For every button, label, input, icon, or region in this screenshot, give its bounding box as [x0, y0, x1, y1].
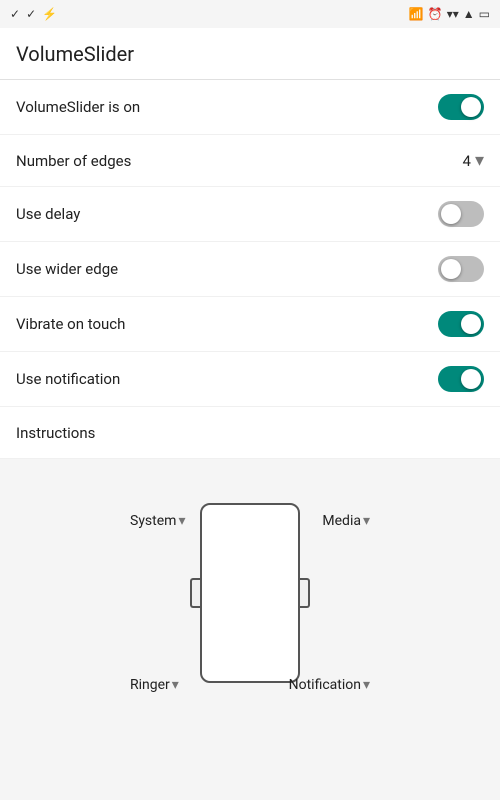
flash-icon: ⚡	[42, 7, 57, 21]
signal-icon: ▲	[463, 7, 475, 21]
setting-label-vibrate-on-touch: Vibrate on touch	[16, 315, 125, 333]
phone-side-right	[300, 578, 310, 608]
wifi-icon: ▾▾	[447, 7, 459, 21]
toggle-use-notification[interactable]	[438, 366, 484, 392]
media-dropdown[interactable]: Media ▾	[322, 513, 370, 529]
setting-label-instructions: Instructions	[16, 424, 95, 442]
edges-value-text: 4	[463, 152, 471, 170]
setting-label-use-wider-edge: Use wider edge	[16, 260, 118, 278]
setting-label-use-notification: Use notification	[16, 370, 120, 388]
alarm-icon: ⏰	[428, 7, 443, 21]
ringer-dropdown[interactable]: Ringer ▾	[130, 677, 179, 693]
setting-row-vibrate-on-touch: Vibrate on touch	[0, 297, 500, 352]
settings-content: VolumeSlider is on Number of edges 4 ▾ U…	[0, 80, 500, 459]
toggle-track-vibrate-on-touch	[438, 311, 484, 337]
diagram-section: System ▾ Media ▾ Ringer ▾ Notifi	[0, 459, 500, 723]
toggle-track-volume-slider-on	[438, 94, 484, 120]
toggle-volume-slider-on[interactable]	[438, 94, 484, 120]
battery-icon: ▭	[479, 7, 490, 21]
edges-dropdown[interactable]: 4 ▾	[463, 150, 484, 171]
setting-row-use-delay: Use delay	[0, 187, 500, 242]
toggle-use-wider-edge[interactable]	[438, 256, 484, 282]
toggle-thumb-vibrate-on-touch	[461, 314, 481, 334]
corner-top-left: System ▾	[130, 513, 185, 529]
setting-label-number-of-edges: Number of edges	[16, 152, 131, 170]
corner-bottom-left: Ringer ▾	[130, 677, 179, 693]
check-icon-2: ✓	[26, 7, 36, 21]
setting-row-volume-slider-on: VolumeSlider is on	[0, 80, 500, 135]
toggle-track-use-delay	[438, 201, 484, 227]
notification-label: Notification	[289, 677, 361, 693]
toggle-thumb-volume-slider-on	[461, 97, 481, 117]
setting-label-use-delay: Use delay	[16, 205, 80, 223]
edges-dropdown-arrow: ▾	[475, 150, 484, 171]
phone-side-left	[190, 578, 200, 608]
ringer-label: Ringer	[130, 677, 170, 693]
setting-row-instructions[interactable]: Instructions	[0, 407, 500, 459]
diagram-container: System ▾ Media ▾ Ringer ▾ Notifi	[120, 483, 380, 703]
notification-dropdown-arrow: ▾	[363, 677, 370, 693]
media-dropdown-arrow: ▾	[363, 513, 370, 529]
bluetooth-icon: 📶	[409, 7, 424, 21]
toggle-thumb-use-delay	[441, 204, 461, 224]
notification-dropdown[interactable]: Notification ▾	[289, 677, 370, 693]
toggle-track-use-notification	[438, 366, 484, 392]
status-right-icons: 📶 ⏰ ▾▾ ▲ ▭	[409, 7, 490, 21]
toggle-thumb-use-notification	[461, 369, 481, 389]
toggle-thumb-use-wider-edge	[441, 259, 461, 279]
check-icon-1: ✓	[10, 7, 20, 21]
system-dropdown-arrow: ▾	[178, 513, 185, 529]
system-dropdown[interactable]: System ▾	[130, 513, 185, 529]
app-title: VolumeSlider	[16, 42, 134, 66]
setting-row-number-of-edges: Number of edges 4 ▾	[0, 135, 500, 187]
setting-row-use-notification: Use notification	[0, 352, 500, 407]
setting-label-volume-slider-on: VolumeSlider is on	[16, 98, 140, 116]
ringer-dropdown-arrow: ▾	[172, 677, 179, 693]
corner-bottom-right: Notification ▾	[289, 677, 370, 693]
media-label: Media	[322, 513, 361, 529]
system-label: System	[130, 513, 176, 529]
toggle-vibrate-on-touch[interactable]	[438, 311, 484, 337]
toggle-use-delay[interactable]	[438, 201, 484, 227]
corner-top-right: Media ▾	[322, 513, 370, 529]
setting-row-use-wider-edge: Use wider edge	[0, 242, 500, 297]
phone-diagram	[200, 503, 300, 683]
status-bar: ✓ ✓ ⚡ 📶 ⏰ ▾▾ ▲ ▭	[0, 0, 500, 28]
toggle-track-use-wider-edge	[438, 256, 484, 282]
app-bar: VolumeSlider	[0, 28, 500, 80]
status-left-icons: ✓ ✓ ⚡	[10, 7, 57, 21]
